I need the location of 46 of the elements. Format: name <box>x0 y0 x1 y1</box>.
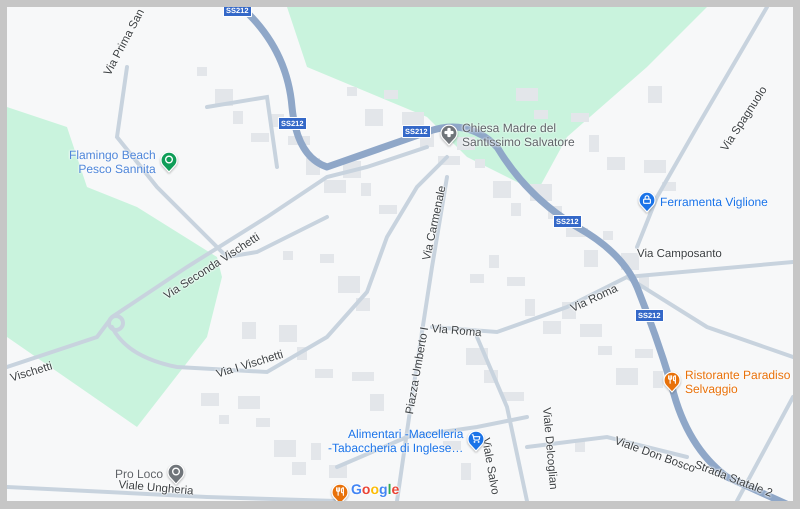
place-pin[interactable] <box>663 371 681 393</box>
logo-text: Google <box>351 481 400 498</box>
building-block <box>653 371 663 388</box>
street-label: Viale Salvo <box>478 437 501 496</box>
street-label: Via Roma <box>430 323 482 340</box>
street-label: Vischetti <box>9 360 54 386</box>
ring-icon <box>172 468 180 475</box>
street-label: Viale Delcoglian <box>539 407 560 490</box>
utensils-icon <box>336 488 344 496</box>
place-pin[interactable] <box>160 151 178 173</box>
building-block <box>251 133 269 142</box>
building-block <box>516 88 538 101</box>
place-label[interactable]: Pro Loco <box>115 467 164 481</box>
street-label: Via I Vischetti <box>215 348 286 382</box>
utensils-icon <box>668 376 676 384</box>
building-block <box>525 299 535 316</box>
building-block <box>379 205 397 214</box>
street-label: Via Roma <box>569 282 620 316</box>
cross-icon <box>444 128 454 137</box>
building-block <box>644 160 666 173</box>
street-label: Piazza Umberto I <box>404 326 432 416</box>
street-label: Viale Ungheria <box>118 479 194 498</box>
building-block <box>347 87 357 96</box>
lock-icon <box>644 196 650 204</box>
place-label[interactable]: Ristorante Paradiso Selvaggio <box>685 368 790 396</box>
building-block <box>384 90 398 99</box>
cart-icon <box>472 434 480 442</box>
map-view[interactable] <box>7 7 793 501</box>
place-label[interactable]: Flamingo Beach Pesco Sannita <box>69 148 156 176</box>
building-block <box>571 113 589 122</box>
building-block <box>324 180 346 193</box>
building-block <box>493 181 511 198</box>
building-block <box>603 231 613 240</box>
place-pin[interactable] <box>467 430 486 452</box>
place-pin[interactable] <box>638 191 656 213</box>
place-pin[interactable] <box>331 483 349 501</box>
place-label[interactable]: Chiesa Madre del Santissimo Salvatore <box>462 121 575 149</box>
building-block <box>534 110 548 119</box>
building-block <box>475 159 485 168</box>
ring-icon <box>165 156 172 163</box>
street-label: Via Carmenale <box>421 184 450 262</box>
place-label[interactable]: Ferramenta Viglione <box>660 195 768 209</box>
street-label: Via Camposanto <box>637 248 722 261</box>
place-pin[interactable] <box>440 124 458 146</box>
roundabout-drawing <box>107 314 125 332</box>
place-label[interactable]: Alimentari -Macelleria -Tabaccheria di Inglese… <box>328 427 464 455</box>
